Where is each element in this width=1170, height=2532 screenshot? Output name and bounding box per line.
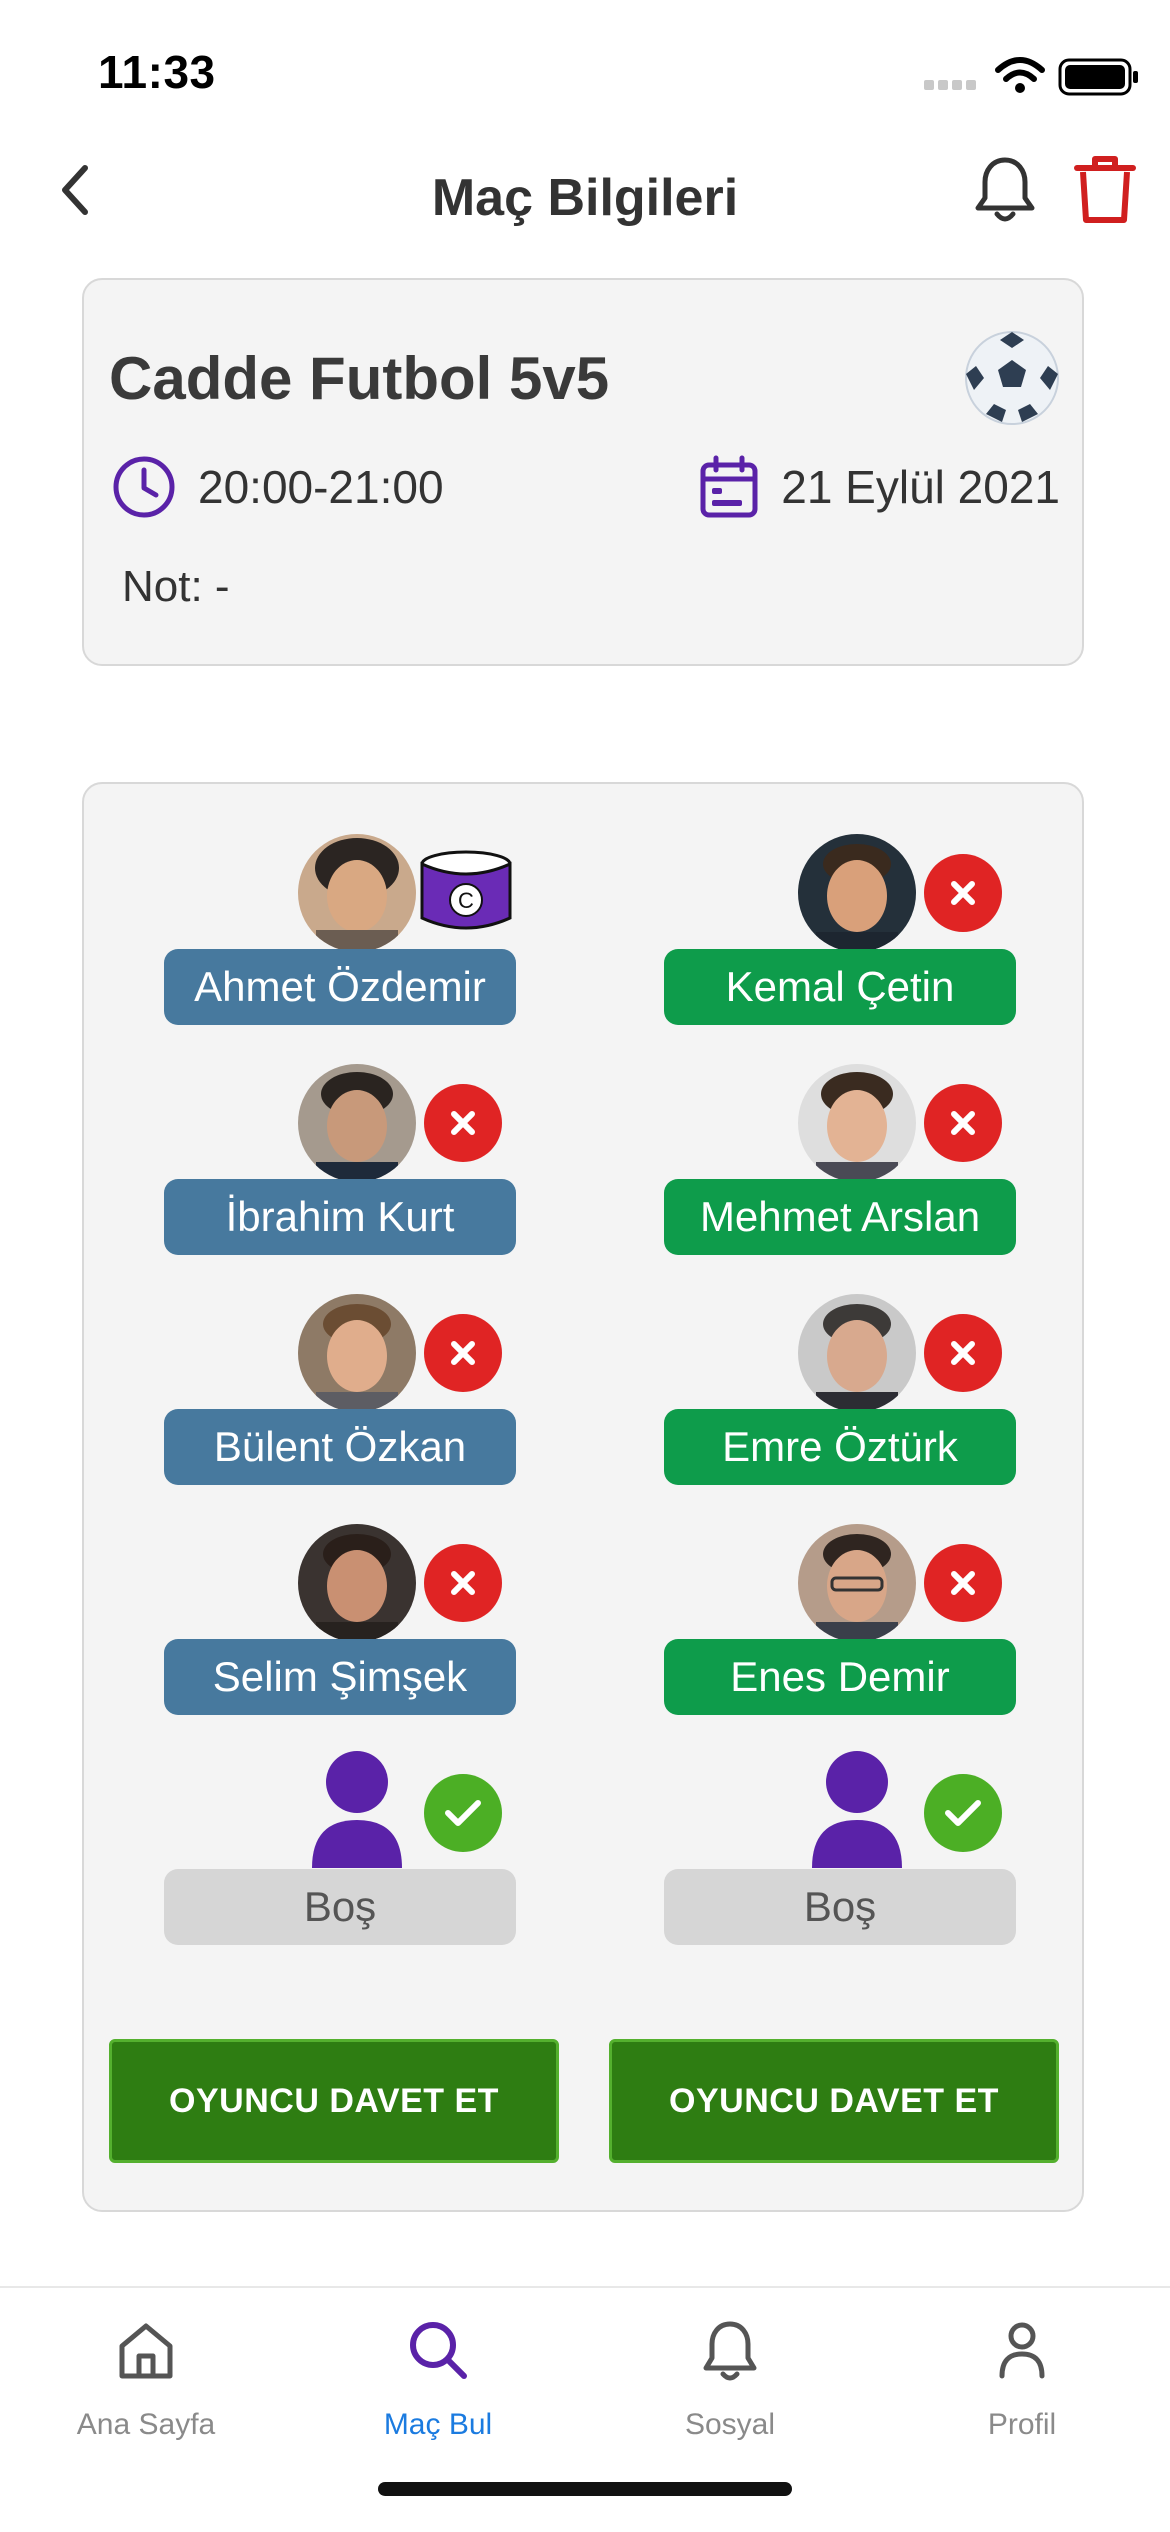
player-avatar[interactable] xyxy=(798,1294,916,1412)
team-b-slot: Enes Demir xyxy=(664,1524,1016,1724)
tab-label: Ana Sayfa xyxy=(76,2408,216,2441)
tab-profile[interactable]: Profil xyxy=(876,2308,1168,2448)
match-time-row: 20:00-21:00 xyxy=(112,452,444,522)
remove-player-button[interactable] xyxy=(424,1314,502,1392)
player-name[interactable]: Selim Şimşek xyxy=(164,1639,516,1715)
captain-armband-icon: C xyxy=(416,842,516,942)
empty-player-icon xyxy=(798,1750,916,1872)
profile-icon xyxy=(999,2322,1045,2379)
player-name[interactable]: Kemal Çetin xyxy=(664,949,1016,1025)
player-avatar[interactable] xyxy=(298,834,416,952)
match-title: Cadde Futbol 5v5 xyxy=(109,345,610,412)
match-time: 20:00-21:00 xyxy=(198,461,444,513)
check-icon xyxy=(945,1800,981,1826)
tab-home[interactable]: Ana Sayfa xyxy=(0,2308,292,2448)
empty-slot-label: Boş xyxy=(164,1869,516,1945)
player-avatar[interactable] xyxy=(798,1064,916,1182)
empty-player-icon xyxy=(298,1750,416,1872)
match-date-row: 21 Eylül 2021 xyxy=(699,452,1060,522)
close-icon xyxy=(451,1571,475,1595)
battery-icon xyxy=(1058,58,1138,96)
delete-match-button[interactable] xyxy=(1065,140,1145,240)
team-a-slot: Selim Şimşek xyxy=(164,1524,516,1724)
teams-card: C Ahmet Özdemir İbrahim Kurt Bülent Özka… xyxy=(82,782,1084,2212)
notification-button[interactable] xyxy=(965,140,1045,240)
close-icon xyxy=(951,1111,975,1135)
tab-find-match[interactable]: Maç Bul xyxy=(292,2308,584,2448)
team-a-slot: Bülent Özkan xyxy=(164,1294,516,1494)
remove-player-button[interactable] xyxy=(924,1314,1002,1392)
check-icon xyxy=(445,1800,481,1826)
team-a-empty-slot: Boş xyxy=(164,1751,516,1954)
team-b-empty-slot: Boş xyxy=(664,1751,1016,1954)
search-icon xyxy=(410,2322,467,2379)
player-name[interactable]: Mehmet Arslan xyxy=(664,1179,1016,1255)
status-time: 11:33 xyxy=(98,46,216,98)
empty-slot-label: Boş xyxy=(664,1869,1016,1945)
player-name[interactable]: Ahmet Özdemir xyxy=(164,949,516,1025)
soccer-ball-icon xyxy=(964,330,1060,426)
remove-player-button[interactable] xyxy=(924,854,1002,932)
match-note: Not: - xyxy=(122,562,230,611)
team-a-slot: İbrahim Kurt xyxy=(164,1064,516,1264)
match-info-card: Cadde Futbol 5v5 20:00-21:00 21 Eylül 20… xyxy=(82,278,1084,666)
player-avatar[interactable] xyxy=(298,1064,416,1182)
close-icon xyxy=(951,1341,975,1365)
tab-label: Sosyal xyxy=(684,2408,776,2441)
remove-player-button[interactable] xyxy=(424,1544,502,1622)
wifi-icon xyxy=(995,57,1045,82)
svg-text:C: C xyxy=(458,888,474,913)
signal-icon xyxy=(924,80,976,90)
team-a-slot: C Ahmet Özdemir xyxy=(164,834,516,1034)
calendar-icon xyxy=(700,455,758,518)
close-icon xyxy=(951,1571,975,1595)
player-name[interactable]: Bülent Özkan xyxy=(164,1409,516,1485)
add-player-button[interactable] xyxy=(424,1774,502,1852)
player-name[interactable]: Enes Demir xyxy=(664,1639,1016,1715)
tab-social[interactable]: Sosyal xyxy=(584,2308,876,2448)
match-date: 21 Eylül 2021 xyxy=(781,461,1060,513)
player-avatar[interactable] xyxy=(798,1524,916,1642)
home-icon xyxy=(119,2323,173,2379)
close-icon xyxy=(451,1341,475,1365)
home-indicator xyxy=(378,2482,792,2496)
team-b-slot: Kemal Çetin xyxy=(664,834,1016,1034)
header: Maç Bilgileri xyxy=(0,140,1170,270)
team-b-slot: Mehmet Arslan xyxy=(664,1064,1016,1264)
status-bar: 11:33 xyxy=(0,0,1170,140)
remove-player-button[interactable] xyxy=(924,1544,1002,1622)
close-icon xyxy=(951,881,975,905)
player-name[interactable]: İbrahim Kurt xyxy=(164,1179,516,1255)
team-b-slot: Emre Öztürk xyxy=(664,1294,1016,1494)
player-avatar[interactable] xyxy=(298,1524,416,1642)
trash-icon xyxy=(1074,156,1136,223)
tab-label: Maç Bul xyxy=(383,2408,493,2441)
bell-icon xyxy=(975,157,1035,222)
invite-player-button-team-a[interactable]: OYUNCU DAVET ET xyxy=(109,2039,559,2163)
status-icons xyxy=(870,50,1170,100)
close-icon xyxy=(451,1111,475,1135)
bell-icon xyxy=(703,2321,757,2381)
tab-label: Profil xyxy=(987,2408,1057,2441)
player-avatar[interactable] xyxy=(298,1294,416,1412)
add-player-button[interactable] xyxy=(924,1774,1002,1852)
remove-player-button[interactable] xyxy=(924,1084,1002,1162)
invite-player-button-team-b[interactable]: OYUNCU DAVET ET xyxy=(609,2039,1059,2163)
player-avatar[interactable] xyxy=(798,834,916,952)
clock-icon xyxy=(113,456,175,518)
player-name[interactable]: Emre Öztürk xyxy=(664,1409,1016,1485)
remove-player-button[interactable] xyxy=(424,1084,502,1162)
